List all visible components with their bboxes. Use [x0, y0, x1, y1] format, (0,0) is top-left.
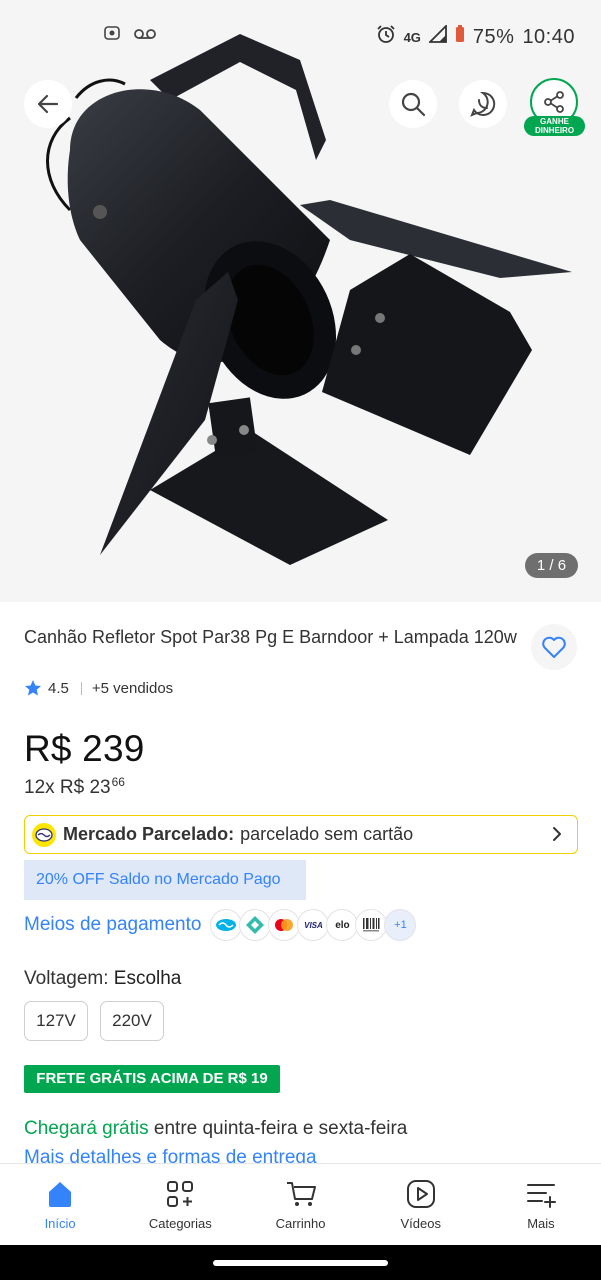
tab-videos-label: Vídeos	[400, 1216, 441, 1231]
status-bar: 4G 75% 10:40	[0, 0, 601, 72]
pix-icon	[239, 909, 272, 941]
tab-videos[interactable]: Vídeos	[361, 1164, 481, 1245]
payment-methods-row[interactable]: Meios de pagamento VISA elo +1	[24, 909, 417, 941]
voicemail-icon	[134, 24, 156, 47]
earn-money-badge: GANHE DINHEIRO	[524, 116, 585, 136]
shipping-details-link[interactable]: Mais detalhes e formas de entrega	[24, 1147, 317, 1163]
tab-home[interactable]: Início	[0, 1164, 120, 1245]
elo-icon: elo	[326, 909, 359, 941]
delivery-free-label: Chegará grátis	[24, 1118, 149, 1139]
alarm-icon	[376, 24, 396, 50]
sold-count: +5 vendidos	[91, 679, 174, 697]
categories-icon	[164, 1178, 196, 1210]
installment-price: 12x R$ 23 66	[24, 775, 125, 799]
home-icon	[44, 1178, 76, 1210]
divider	[80, 681, 82, 695]
tab-categories[interactable]: Categorias	[120, 1164, 240, 1245]
menu-icon	[525, 1178, 557, 1210]
arrow-left-icon	[37, 94, 59, 114]
home-gesture-handle[interactable]	[213, 1260, 388, 1266]
price: R$ 239	[24, 728, 145, 769]
product-image	[46, 34, 572, 565]
free-shipping-badge: FRETE GRÁTIS ACIMA DE R$ 19	[24, 1065, 280, 1093]
star-icon	[25, 680, 41, 696]
favorite-button[interactable]	[531, 624, 577, 670]
more-payment-methods[interactable]: +1	[384, 909, 417, 941]
tab-more-label: Mais	[527, 1216, 555, 1231]
delivery-dates: entre quinta-feira e sexta-feira	[153, 1118, 408, 1139]
tab-home-label: Início	[44, 1216, 76, 1231]
system-navigation-bar	[0, 1245, 601, 1280]
boleto-icon	[355, 909, 388, 941]
promo-badge[interactable]: 20% OFF Saldo no Mercado Pago	[24, 860, 306, 900]
battery-icon	[455, 25, 465, 49]
voltage-label-text: Voltagem:	[24, 968, 109, 989]
back-button[interactable]	[24, 80, 72, 128]
payment-methods-link[interactable]: Meios de pagamento	[24, 914, 201, 936]
image-counter: 1 / 6	[525, 553, 578, 578]
bottom-tab-bar: Início Categorias Carrinho Vídeos Mais	[0, 1163, 601, 1245]
voltage-option-127v[interactable]: 127V	[24, 1001, 88, 1041]
mastercard-icon	[268, 909, 301, 941]
installment-amount: 12x R$ 23	[24, 777, 111, 798]
chevron-right-icon	[553, 827, 561, 841]
network-type: 4G	[403, 29, 421, 45]
whatsapp-share-button[interactable]	[459, 80, 507, 128]
voltage-option-220v[interactable]: 220V	[100, 1001, 164, 1041]
mercado-parcelado-label: Mercado Parcelado:	[63, 824, 235, 844]
mercado-parcelado-text: parcelado sem cartão	[240, 824, 414, 844]
tab-cart[interactable]: Carrinho	[240, 1164, 360, 1245]
voltage-label: Voltagem: Escolha	[24, 968, 181, 990]
clock: 10:40	[522, 25, 575, 48]
product-image-gallery[interactable]: 4G 75% 10:40 GANHE DINHEIRO 1 / 6	[0, 0, 601, 602]
product-title: Canhão Refletor Spot Par38 Pg E Barndoor…	[24, 627, 517, 647]
rating-row[interactable]: 4.5 +5 vendidos	[24, 679, 173, 697]
signal-icon	[427, 23, 447, 49]
cart-icon	[285, 1178, 317, 1210]
whatsapp-icon	[470, 91, 496, 117]
battery-level: 75%	[472, 25, 515, 48]
search-icon	[401, 92, 426, 117]
rating-value: 4.5	[48, 679, 69, 697]
delivery-estimate: Chegará grátis entre quinta-feira e sext…	[24, 1118, 407, 1140]
mercado-pago-icon	[210, 909, 243, 941]
video-icon	[405, 1178, 437, 1210]
voltage-value: Escolha	[113, 968, 182, 989]
share-icon	[544, 91, 564, 113]
visa-icon: VISA	[297, 909, 330, 941]
heart-icon	[542, 636, 566, 658]
mercado-parcelado-banner[interactable]: Mercado Parcelado: parcelado sem cartão	[24, 815, 578, 854]
mercado-pago-icon	[32, 822, 56, 847]
search-button[interactable]	[389, 80, 437, 128]
screen-record-icon	[104, 24, 120, 47]
tab-cart-label: Carrinho	[275, 1216, 326, 1231]
installment-cents: 66	[111, 775, 125, 789]
tab-more[interactable]: Mais	[481, 1164, 601, 1245]
tab-categories-label: Categorias	[148, 1216, 212, 1231]
